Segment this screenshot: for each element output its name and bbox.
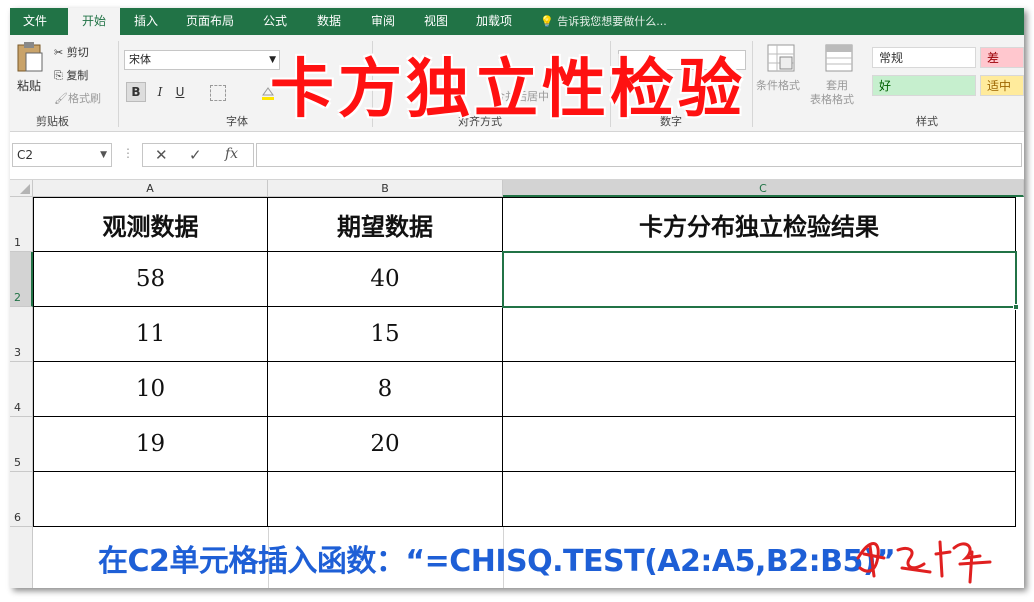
tab-page-layout[interactable]: 页面布局: [178, 8, 242, 35]
tab-view[interactable]: 视图: [415, 8, 457, 35]
row-header-4[interactable]: 4: [10, 362, 33, 417]
ribbon-tab-bar: 文件 开始 插入 页面布局 公式 数据 审阅 视图 加载项 💡 告诉我您想要做什…: [10, 8, 1024, 35]
tab-review[interactable]: 审阅: [362, 8, 404, 35]
table-format-label-2: 表格格式: [810, 93, 854, 106]
bold-button[interactable]: B: [126, 82, 146, 102]
paste-label: 粘贴: [17, 79, 42, 93]
styles-group-label: 样式: [916, 115, 938, 128]
lightbulb-icon: 💡: [540, 15, 554, 28]
table-format-icon: [825, 44, 853, 72]
enter-icon[interactable]: ✓: [189, 146, 202, 164]
format-painter-label: 格式刷: [67, 92, 101, 105]
copy-button[interactable]: ⎘ 复制: [54, 67, 88, 83]
cell-c1[interactable]: 卡方分布独立检验结果: [503, 197, 1016, 252]
cell-b1[interactable]: 期望数据: [268, 197, 503, 252]
tab-addins[interactable]: 加载项: [468, 8, 520, 35]
cell-c6[interactable]: [503, 472, 1016, 527]
formula-buttons: ✕ ✓ fx: [142, 143, 254, 167]
column-header-a[interactable]: A: [33, 180, 268, 197]
cell-a1[interactable]: 观测数据: [33, 197, 268, 252]
row-header-1[interactable]: 1: [10, 197, 33, 252]
format-as-table-button[interactable]: 套用 表格格式: [810, 43, 866, 107]
chevron-down-icon: ▼: [100, 150, 107, 160]
format-painter-button[interactable]: 🖌格式刷: [54, 90, 101, 106]
tab-formulas[interactable]: 公式: [254, 8, 296, 35]
italic-button[interactable]: I: [152, 82, 168, 102]
cell-c5[interactable]: [503, 417, 1016, 472]
worksheet-grid: A B C 1 2 3 4 5 6 观测数据 期望数据 卡方分布独立检验结果 5…: [10, 180, 1024, 588]
tab-home[interactable]: 开始: [68, 8, 120, 35]
select-all-corner[interactable]: [10, 180, 33, 197]
cell-c3[interactable]: [503, 307, 1016, 362]
row-header-7[interactable]: [10, 527, 33, 588]
cell-b3[interactable]: 15: [268, 307, 503, 362]
paste-button[interactable]: 粘贴: [14, 41, 46, 101]
column-header-b[interactable]: B: [268, 180, 503, 197]
font-name-select[interactable]: 宋体 ▼: [124, 50, 280, 70]
conditional-format-button[interactable]: 条件格式: [756, 43, 808, 103]
cell-b6[interactable]: [268, 472, 503, 527]
cell-a3[interactable]: 11: [33, 307, 268, 362]
instruction-text: 在C2单元格插入函数：“=CHISQ.TEST(A2:A5,B2:B5)”: [98, 544, 896, 579]
clipboard-group-label: 剪贴板: [36, 115, 69, 128]
tell-me-search[interactable]: 💡 告诉我您想要做什么...: [540, 8, 667, 35]
cut-label: 剪切: [66, 46, 89, 59]
row-header-2[interactable]: 2: [10, 252, 33, 307]
copy-label: 复制: [66, 69, 89, 82]
style-normal[interactable]: 常规: [872, 47, 976, 68]
style-bad[interactable]: 差: [980, 47, 1024, 68]
clipboard-icon: [17, 42, 43, 72]
signature-watermark: [856, 540, 992, 584]
cancel-icon[interactable]: ✕: [155, 146, 168, 164]
row-number: 5: [14, 456, 21, 469]
row-header-3[interactable]: 3: [10, 307, 33, 362]
tab-file[interactable]: 文件: [10, 8, 60, 35]
cell-b5[interactable]: 20: [268, 417, 503, 472]
tell-me-text: 告诉我您想要做什么...: [557, 15, 667, 28]
cell-b4[interactable]: 8: [268, 362, 503, 417]
cell-b2[interactable]: 40: [268, 252, 503, 307]
cell-a6[interactable]: [33, 472, 268, 527]
insert-function-icon[interactable]: fx: [225, 146, 238, 162]
tab-data[interactable]: 数据: [308, 8, 350, 35]
corner-triangle-icon: [20, 184, 30, 194]
row-number: 2: [14, 291, 21, 304]
cell-c4[interactable]: [503, 362, 1016, 417]
row-number: 1: [14, 236, 21, 249]
cut-button[interactable]: ✂ 剪切: [54, 44, 89, 60]
formula-input[interactable]: [256, 143, 1022, 167]
style-good[interactable]: 好: [872, 75, 976, 96]
style-neutral[interactable]: 适中: [980, 75, 1024, 96]
font-name-value: 宋体: [129, 53, 151, 66]
row-number: 4: [14, 401, 21, 414]
row-number: 3: [14, 346, 21, 359]
conditional-format-icon: [767, 44, 795, 72]
font-group-label: 字体: [226, 115, 248, 128]
name-box[interactable]: C2 ▼: [12, 143, 112, 167]
column-header-c[interactable]: C: [503, 180, 1024, 197]
row-header-6[interactable]: 6: [10, 472, 33, 527]
tab-insert[interactable]: 插入: [125, 8, 167, 35]
formula-bar: C2 ▼ ⋮ ✕ ✓ fx: [10, 132, 1024, 180]
cell-c2[interactable]: [503, 252, 1016, 307]
row-number: 6: [14, 511, 21, 524]
copy-icon: ⎘: [54, 69, 63, 82]
cell-a5[interactable]: 19: [33, 417, 268, 472]
excel-window: 文件 开始 插入 页面布局 公式 数据 审阅 视图 加载项 💡 告诉我您想要做什…: [10, 8, 1024, 588]
scissors-icon: ✂: [54, 46, 64, 59]
brush-icon: 🖌: [54, 92, 68, 105]
conditional-format-label: 条件格式: [756, 79, 800, 92]
cell-a4[interactable]: 10: [33, 362, 268, 417]
row-header-5[interactable]: 5: [10, 417, 33, 472]
cell-a2[interactable]: 58: [33, 252, 268, 307]
overlay-title: 卡方独立性检验: [270, 53, 746, 127]
splitter-dots: ⋮: [122, 146, 134, 160]
fill-handle[interactable]: [1013, 304, 1019, 310]
underline-button[interactable]: U: [172, 82, 188, 102]
name-box-value: C2: [17, 148, 34, 162]
border-icon[interactable]: [210, 85, 226, 101]
